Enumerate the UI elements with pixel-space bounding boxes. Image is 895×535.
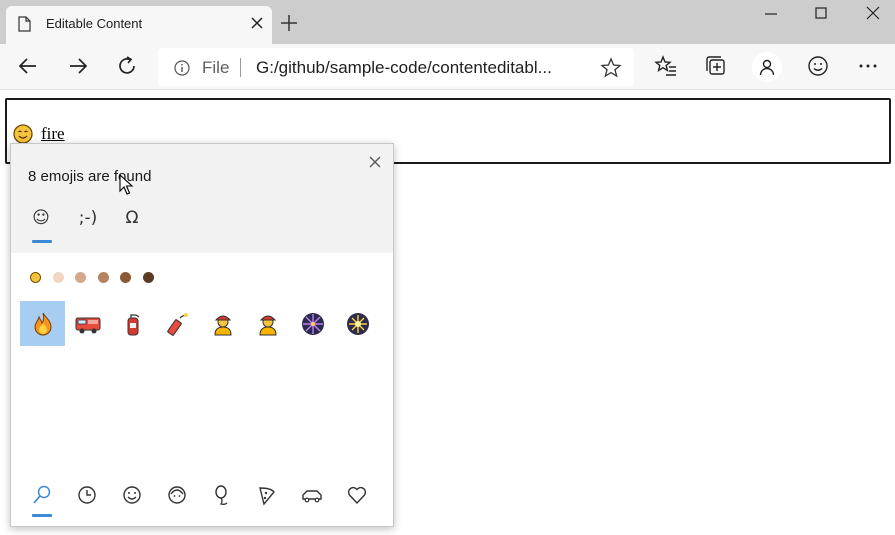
browser-tab[interactable]: Editable Content	[6, 6, 272, 44]
favorite-star-icon[interactable]	[600, 57, 622, 79]
browser-toolbar: File G:/github/sample-code/contenteditab…	[0, 44, 895, 90]
fire-icon	[33, 312, 52, 335]
feedback-smiley-icon[interactable]	[806, 54, 830, 78]
skin-tone-medium-dark[interactable]	[120, 272, 131, 283]
info-icon[interactable]	[174, 60, 190, 76]
emoji-result-firecracker[interactable]	[155, 301, 200, 346]
smiling-face-icon	[13, 124, 33, 144]
emoji-result-fire-extinguisher[interactable]	[110, 301, 155, 346]
refresh-icon[interactable]	[115, 54, 139, 78]
fire-engine-icon	[75, 317, 100, 333]
smiley-face-icon[interactable]	[121, 484, 143, 506]
more-menu-icon[interactable]	[856, 54, 880, 78]
emoji-result-fire-engine[interactable]	[65, 301, 110, 346]
people-icon[interactable]	[166, 484, 188, 506]
close-icon[interactable]	[248, 14, 266, 32]
minimize-icon[interactable]	[762, 4, 780, 22]
address-url[interactable]: G:/github/sample-code/contenteditabl...	[256, 58, 552, 78]
address-bar[interactable]: File G:/github/sample-code/contenteditab…	[158, 48, 634, 86]
fireworks-icon	[301, 312, 324, 335]
emoji-result-fire[interactable]	[20, 301, 65, 346]
firefighter-icon	[258, 315, 277, 335]
mouse-cursor-icon	[119, 174, 134, 195]
emoji-result-firefighter-2[interactable]	[245, 301, 290, 346]
balloon-icon[interactable]	[211, 484, 233, 506]
emoji-result-fireworks[interactable]	[290, 301, 335, 346]
emoji-panel-header: 8 emojis are found ☺ ;-) Ω	[11, 144, 393, 253]
window-close-icon[interactable]	[864, 4, 882, 22]
close-icon[interactable]	[367, 154, 383, 170]
fire-extinguisher-icon	[127, 313, 139, 335]
search-icon[interactable]	[31, 484, 53, 506]
travel-icon[interactable]	[301, 484, 323, 506]
editor-text: fire	[41, 124, 65, 143]
address-scheme: File	[202, 58, 230, 77]
skin-tone-dark[interactable]	[143, 272, 154, 283]
skin-tone-medium-light[interactable]	[75, 272, 86, 283]
collections-icon[interactable]	[704, 54, 728, 78]
selected-tab-indicator	[32, 240, 52, 243]
selected-category-indicator	[32, 514, 52, 517]
maximize-icon[interactable]	[812, 4, 830, 22]
sparkler-icon	[346, 312, 369, 335]
page-icon	[18, 16, 31, 32]
forward-icon[interactable]	[66, 54, 90, 78]
profile-icon	[759, 59, 775, 76]
emoji-result-firefighter[interactable]	[200, 301, 245, 346]
emoji-panel: 8 emojis are found ☺ ;-) Ω	[10, 143, 394, 527]
tab-title: Editable Content	[46, 16, 143, 31]
skin-tone-medium[interactable]	[98, 272, 109, 283]
new-tab-icon[interactable]	[280, 14, 298, 32]
heart-icon[interactable]	[346, 484, 368, 506]
tab-symbols[interactable]: Ω	[119, 208, 145, 234]
skin-tone-default[interactable]	[30, 272, 41, 283]
profile-button[interactable]	[752, 52, 782, 82]
address-separator	[240, 58, 241, 77]
favorites-list-icon[interactable]	[654, 54, 678, 78]
firefighter-icon	[213, 315, 232, 335]
tab-emoji[interactable]: ☺	[29, 208, 53, 234]
title-bar: Editable Content	[0, 0, 895, 44]
emoji-result-sparkler[interactable]	[335, 301, 380, 346]
skin-tone-light[interactable]	[53, 272, 64, 283]
tab-kaomoji[interactable]: ;-)	[73, 208, 103, 234]
back-icon[interactable]	[16, 54, 40, 78]
food-icon[interactable]	[256, 484, 278, 506]
recent-icon[interactable]	[76, 484, 98, 506]
firecracker-icon	[166, 312, 188, 336]
